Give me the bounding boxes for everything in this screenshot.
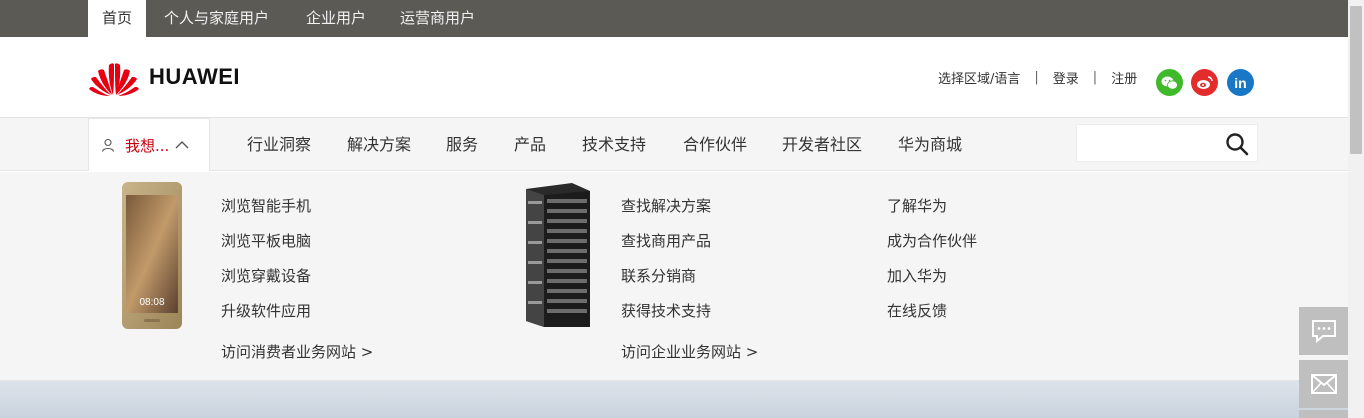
header-links: 选择区域/语言 | 登录 | 注册 — [938, 68, 1137, 87]
i-want-dropdown[interactable]: 我想... — [88, 118, 210, 171]
site-header: HUAWEI 选择区域/语言 | 登录 | 注册 in — [0, 37, 1348, 118]
search-icon[interactable] — [1225, 132, 1249, 156]
envelope-icon — [1310, 374, 1337, 394]
nav-products[interactable]: 产品 — [514, 118, 546, 171]
chat-bubble-icon — [1311, 320, 1336, 344]
top-audience-bar: 首页 个人与家庭用户 企业用户 运营商用户 — [0, 0, 1348, 37]
email-button[interactable] — [1299, 360, 1348, 408]
i-want-mega-menu: 08:08 浏览智能手机 浏览平板电脑 浏览穿戴设备 升级软件应用 访问消费者业… — [0, 172, 1348, 380]
link-find-commercial-products[interactable]: 查找商用产品 — [621, 230, 711, 251]
person-icon — [101, 138, 115, 152]
nav-industry-insights[interactable]: 行业洞察 — [247, 118, 311, 171]
hero-banner — [0, 380, 1348, 418]
nav-solutions[interactable]: 解决方案 — [347, 118, 411, 171]
link-about-huawei[interactable]: 了解华为 — [887, 195, 947, 216]
phone-clock: 08:08 — [139, 297, 164, 308]
float-button-partial[interactable] — [1299, 410, 1348, 418]
region-language-link[interactable]: 选择区域/语言 — [938, 68, 1020, 87]
link-find-solutions[interactable]: 查找解决方案 — [621, 195, 711, 216]
link-visit-enterprise-site[interactable]: 访问企业业务网站 > — [621, 341, 758, 362]
link-browse-smartphones[interactable]: 浏览智能手机 — [221, 195, 311, 216]
divider: | — [1034, 70, 1039, 85]
link-visit-consumer-site[interactable]: 访问消费者业务网站 > — [221, 341, 373, 362]
nav-services[interactable]: 服务 — [446, 118, 478, 171]
logo-wordmark: HUAWEI — [149, 64, 240, 89]
link-browse-wearables[interactable]: 浏览穿戴设备 — [221, 265, 311, 286]
smartphone-image: 08:08 — [122, 182, 182, 329]
nav-partners[interactable]: 合作伙伴 — [683, 118, 747, 171]
login-link[interactable]: 登录 — [1053, 68, 1079, 87]
link-upgrade-software[interactable]: 升级软件应用 — [221, 300, 311, 321]
link-contact-distributor[interactable]: 联系分销商 — [621, 265, 696, 286]
main-nav: 我想... 行业洞察 解决方案 服务 产品 技术支持 合作伙伴 开发者社区 华为… — [0, 118, 1348, 171]
scrollbar-thumb[interactable] — [1350, 6, 1362, 154]
wechat-icon[interactable] — [1156, 69, 1183, 96]
page-scrollbar[interactable] — [1348, 0, 1364, 418]
tab-personal-family[interactable]: 个人与家庭用户 — [150, 0, 283, 37]
i-want-label: 我想... — [125, 136, 170, 155]
tab-home[interactable]: 首页 — [88, 0, 147, 37]
link-browse-tablets[interactable]: 浏览平板电脑 — [221, 230, 311, 251]
linkedin-icon[interactable]: in — [1227, 69, 1254, 96]
chevron-up-icon — [175, 141, 189, 149]
link-become-partner[interactable]: 成为合作伙伴 — [887, 230, 977, 251]
nav-vmall[interactable]: 华为商城 — [898, 118, 962, 171]
link-get-tech-support[interactable]: 获得技术支持 — [621, 300, 711, 321]
nav-developer-community[interactable]: 开发者社区 — [782, 118, 862, 171]
link-join-huawei[interactable]: 加入华为 — [887, 265, 947, 286]
search-box — [1076, 124, 1258, 162]
nav-tech-support[interactable]: 技术支持 — [582, 118, 646, 171]
chat-button[interactable] — [1299, 307, 1348, 355]
link-online-feedback[interactable]: 在线反馈 — [887, 300, 947, 321]
weibo-icon[interactable] — [1191, 69, 1218, 96]
huawei-logo[interactable]: HUAWEI — [88, 57, 258, 97]
server-rack-image — [526, 183, 590, 327]
register-link[interactable]: 注册 — [1111, 68, 1137, 87]
search-input[interactable] — [1077, 125, 1217, 161]
huawei-flower-icon — [89, 63, 139, 96]
tab-carrier[interactable]: 运营商用户 — [386, 0, 489, 37]
divider: | — [1092, 70, 1098, 85]
tab-enterprise[interactable]: 企业用户 — [292, 0, 380, 37]
